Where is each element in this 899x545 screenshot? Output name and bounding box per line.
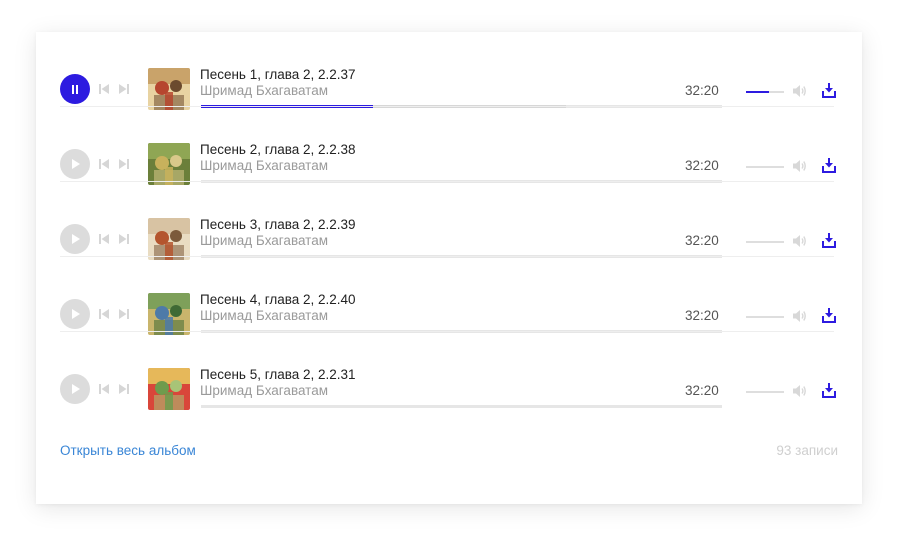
skip-next-button[interactable] [118,158,130,170]
skip-previous-button[interactable] [98,383,110,395]
track-duration: 32:20 [685,233,719,248]
download-icon[interactable] [822,83,836,98]
skip-next-icon [119,159,129,169]
volume-slider[interactable] [746,241,784,243]
skip-previous-icon [99,384,109,394]
open-album-link[interactable]: Открыть весь альбом [60,443,196,458]
track-duration: 32:20 [685,308,719,323]
play-button[interactable] [60,224,90,254]
track-title: Песень 4, глава 2, 2.2.40 [200,292,356,307]
skip-previous-icon [99,84,109,94]
speaker-icon[interactable] [792,309,807,323]
track-artist: Шримад Бхагаватам [200,383,328,398]
track-artist: Шримад Бхагаватам [200,233,328,248]
play-icon [71,384,80,394]
album-cover [148,293,190,335]
track-duration: 32:20 [685,158,719,173]
album-cover [148,68,190,110]
volume-slider[interactable] [746,316,784,318]
skip-next-icon [119,234,129,244]
speaker-icon[interactable] [792,159,807,173]
skip-next-button[interactable] [118,83,130,95]
album-cover [148,368,190,410]
volume-level [746,91,769,93]
skip-previous-button[interactable] [98,233,110,245]
track-duration: 32:20 [685,383,719,398]
skip-previous-button[interactable] [98,308,110,320]
speaker-icon[interactable] [792,234,807,248]
tracks-count: 93 записи [776,443,838,458]
volume-slider[interactable] [746,91,784,93]
track-row: Песень 3, глава 2, 2.2.39 Шримад Бхагава… [60,182,836,260]
track-row: Песень 2, глава 2, 2.2.38 Шримад Бхагава… [60,107,836,185]
play-button[interactable] [60,149,90,179]
download-icon[interactable] [822,383,836,398]
skip-next-icon [119,84,129,94]
album-cover [148,143,190,185]
track-artist: Шримад Бхагаватам [200,83,328,98]
skip-next-button[interactable] [118,233,130,245]
play-icon [71,234,80,244]
volume-slider[interactable] [746,166,784,168]
skip-next-icon [119,384,129,394]
skip-previous-icon [99,309,109,319]
track-row: Песень 4, глава 2, 2.2.40 Шримад Бхагава… [60,257,836,335]
album-cover [148,218,190,260]
skip-previous-button[interactable] [98,83,110,95]
track-title: Песень 1, глава 2, 2.2.37 [200,67,356,82]
skip-next-button[interactable] [118,383,130,395]
pause-button[interactable] [60,74,90,104]
track-row: Песень 5, глава 2, 2.2.31 Шримад Бхагава… [60,332,836,410]
volume-slider[interactable] [746,391,784,393]
play-button[interactable] [60,374,90,404]
play-button[interactable] [60,299,90,329]
skip-next-button[interactable] [118,308,130,320]
track-duration: 32:20 [685,83,719,98]
progress-bar[interactable] [201,405,722,408]
play-icon [71,159,80,169]
skip-previous-icon [99,159,109,169]
download-icon[interactable] [822,308,836,323]
track-artist: Шримад Бхагаватам [200,158,328,173]
track-title: Песень 2, глава 2, 2.2.38 [200,142,356,157]
audio-player-card: Песень 1, глава 2, 2.2.37 Шримад Бхагава… [36,32,862,504]
skip-previous-icon [99,234,109,244]
download-icon[interactable] [822,233,836,248]
download-icon[interactable] [822,158,836,173]
track-title: Песень 5, глава 2, 2.2.31 [200,367,356,382]
play-icon [71,309,80,319]
track-row: Песень 1, глава 2, 2.2.37 Шримад Бхагава… [60,32,836,110]
pause-icon [72,84,78,94]
speaker-icon[interactable] [792,84,807,98]
track-artist: Шримад Бхагаватам [200,308,328,323]
skip-next-icon [119,309,129,319]
track-title: Песень 3, глава 2, 2.2.39 [200,217,356,232]
skip-previous-button[interactable] [98,158,110,170]
speaker-icon[interactable] [792,384,807,398]
